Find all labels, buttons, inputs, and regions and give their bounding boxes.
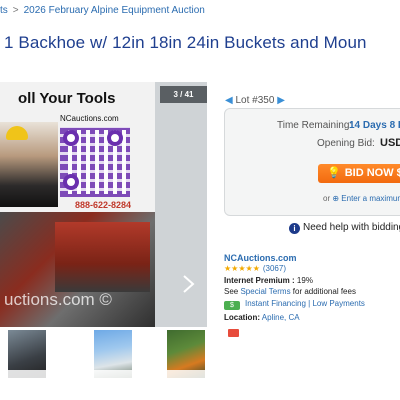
plus-icon: ⊕ [332, 194, 340, 203]
thumbnail-3[interactable] [167, 330, 205, 378]
internet-premium: Internet Premium : 19% [224, 276, 313, 285]
thumbnail-1[interactable] [8, 330, 46, 378]
next-lot-icon[interactable]: ▶ [277, 95, 285, 106]
opening-bid-label: Opening Bid: [317, 138, 375, 149]
location-link[interactable]: Apline, CA [262, 313, 300, 322]
seller-name-link[interactable]: NCAuctions.com [224, 253, 297, 263]
bid-now-label: BID NOW $1 [344, 167, 400, 179]
time-remaining-value: 14 Days 8 H [349, 120, 400, 131]
flag-icon[interactable] [228, 329, 239, 337]
thumbnail-caption-bar [94, 370, 132, 378]
location-label: Location: [224, 313, 260, 322]
image-model-photo [0, 122, 58, 207]
time-remaining-label: Time Remaining: [277, 120, 353, 131]
financing-row[interactable]: $ Instant Financing | Low Payments [224, 299, 365, 310]
max-bid-row: or ⊕ Enter a maximum [323, 194, 400, 203]
rating-count-link[interactable]: (3067) [263, 264, 286, 273]
special-terms-row: See Special Terms for additional fees [224, 287, 356, 296]
lightbulb-icon: 💡 [327, 167, 341, 179]
breadcrumb-item-catalog[interactable]: ts [0, 5, 8, 16]
image-watermark: uctions.com © [4, 290, 112, 309]
premium-label: Internet Premium : [224, 276, 295, 285]
terms-prefix: See [224, 287, 239, 296]
qr-finder-top-right [107, 130, 123, 146]
info-icon: i [289, 223, 300, 234]
main-lot-image[interactable]: oll Your Tools NCauctions.com 888-622-82… [0, 82, 155, 327]
enter-maximum-bid-link[interactable]: Enter a maximum [341, 194, 400, 203]
lot-title: 1 Backhoe w/ 12in 18in 24in Buckets and … [4, 33, 367, 52]
thumbnail-caption-bar [8, 370, 46, 378]
chevron-right-icon[interactable] [178, 274, 198, 294]
location-row: Location: Apline, CA [224, 313, 300, 322]
hard-hat-shape [6, 126, 28, 140]
breadcrumb-item-auction[interactable]: 2026 February Alpine Equipment Auction [24, 5, 205, 16]
financing-link[interactable]: Instant Financing | Low Payments [245, 299, 365, 308]
breadcrumb: ts >2026 February Alpine Equipment Auctio… [0, 5, 205, 16]
bidding-help-link[interactable]: i Need help with bidding [289, 222, 400, 234]
opening-bid-value: USD [380, 137, 400, 149]
image-banner-text: oll Your Tools [18, 90, 116, 107]
thumbnail-caption-bar [167, 370, 205, 378]
image-counter: 3 / 41 [160, 86, 207, 103]
thumbnail-2[interactable] [94, 330, 132, 378]
image-phone-text: 888-622-8284 [75, 200, 132, 210]
lot-navigation: ◀ Lot #350 ▶ [225, 95, 285, 106]
premium-value: 19% [296, 276, 313, 285]
bidding-help-label: Need help with bidding [303, 222, 400, 233]
breadcrumb-separator: > [12, 5, 19, 16]
seller-rating: ★★★★★ (3067) [224, 264, 286, 273]
qr-finder-bottom-left [63, 174, 79, 190]
star-rating-icons: ★★★★★ [224, 264, 260, 273]
bid-panel: Time Remaining: 14 Days 8 H Opening Bid:… [224, 108, 400, 216]
image-gallery: oll Your Tools NCauctions.com 888-622-82… [0, 82, 207, 327]
previous-lot-icon[interactable]: ◀ [225, 95, 233, 106]
image-url-text: NCauctions.com [60, 114, 119, 123]
bid-now-button[interactable]: 💡BID NOW $1 [318, 164, 400, 183]
lot-page: ts >2026 February Alpine Equipment Auctio… [0, 0, 400, 400]
terms-suffix: for additional fees [292, 287, 356, 296]
image-equipment-detail [55, 222, 150, 292]
financing-badge-icon: $ [224, 301, 240, 310]
qr-finder-top-left [63, 130, 79, 146]
lot-number: Lot #350 [235, 95, 275, 106]
special-terms-link[interactable]: Special Terms [240, 287, 290, 296]
or-text: or [323, 194, 331, 203]
